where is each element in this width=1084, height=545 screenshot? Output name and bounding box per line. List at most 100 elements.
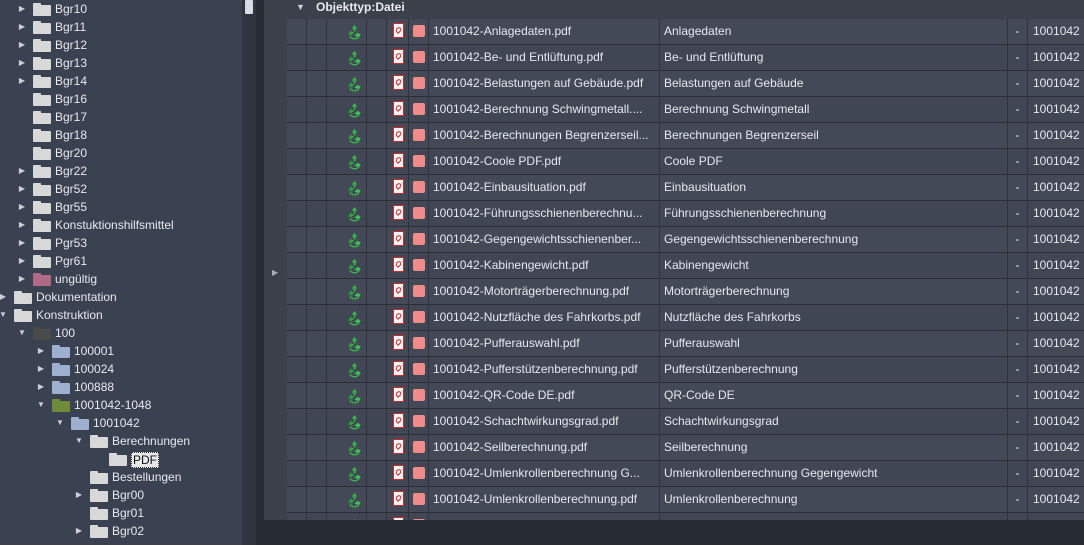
- filename-cell[interactable]: 1001042-Anlagedaten.pdf: [429, 19, 660, 44]
- table-row[interactable]: 1001042-Umlenkrollenberechnung.pdf Umlenk…: [287, 487, 1084, 513]
- table-row[interactable]: 1001042-Führungsschienenberechnu... Führu…: [287, 201, 1084, 227]
- filename-cell[interactable]: 1001042-Schachtwirkungsgrad.pdf: [429, 409, 660, 434]
- collapsed-arrow-icon[interactable]: ▶: [74, 486, 84, 504]
- table-row[interactable]: 1001042-Gegengewichtsschienenber... Gegen…: [287, 227, 1084, 253]
- tree-node[interactable]: ▶ 100888: [0, 378, 242, 396]
- collapsed-arrow-icon[interactable]: ▶: [0, 288, 8, 306]
- row-select-cell[interactable]: [287, 331, 307, 356]
- scrollbar-thumb[interactable]: [245, 0, 253, 14]
- filename-cell[interactable]: 1001042-Pufferauswahl.pdf: [429, 331, 660, 356]
- tree-node[interactable]: ▶ 100024: [0, 360, 242, 378]
- table-row[interactable]: 1001042-Be- und Entlüftung.pdf Be- und En…: [287, 45, 1084, 71]
- row-select-cell[interactable]: [287, 305, 307, 330]
- row-select-cell[interactable]: [287, 279, 307, 304]
- table-row[interactable]: 1001042-Nutzfläche des Fahrkorbs.pdf Nutz…: [287, 305, 1084, 331]
- table-row[interactable]: 1001042-Umlenkrollenberechnung G... Umlen…: [287, 461, 1084, 487]
- filename-cell[interactable]: 1001042-Einbausituation.pdf: [429, 175, 660, 200]
- row-select-cell[interactable]: [287, 123, 307, 148]
- collapsed-arrow-icon[interactable]: ▶: [17, 270, 27, 288]
- tree-node[interactable]: ▼ Berechnungen: [0, 432, 242, 450]
- collapsed-arrow-icon[interactable]: ▶: [17, 180, 27, 198]
- tree-node[interactable]: ▶ Pgr61: [0, 252, 242, 270]
- expanded-arrow-icon[interactable]: ▼: [36, 396, 46, 414]
- group-header[interactable]: ▼ Objekttyp:Datei: [264, 0, 1084, 18]
- collapsed-arrow-icon[interactable]: ▶: [17, 0, 27, 18]
- tree-node[interactable]: ▼ 1001042: [0, 414, 242, 432]
- table-row[interactable]: 1001042-Pufferauswahl.pdf Pufferauswahl -1…: [287, 331, 1084, 357]
- tree-node[interactable]: ▶ Pgr53: [0, 234, 242, 252]
- collapsed-arrow-icon[interactable]: ▶: [36, 378, 46, 396]
- tree-node[interactable]: Bgr01: [0, 504, 242, 522]
- tree-node[interactable]: Bestellungen: [0, 468, 242, 486]
- tree-node[interactable]: ▶ Bgr52: [0, 180, 242, 198]
- expanded-arrow-icon[interactable]: ▼: [74, 432, 84, 450]
- collapsed-arrow-icon[interactable]: ▶: [36, 360, 46, 378]
- tree-node[interactable]: ▶ Bgr55: [0, 198, 242, 216]
- collapsed-arrow-icon[interactable]: ▶: [17, 54, 27, 72]
- collapsed-arrow-icon[interactable]: ▶: [17, 234, 27, 252]
- tree-node[interactable]: ▶ Bgr22: [0, 162, 242, 180]
- expanded-arrow-icon[interactable]: ▼: [0, 306, 8, 324]
- filename-cell[interactable]: 1001042-Berechnung Schwingmetall....: [429, 97, 660, 122]
- filename-cell[interactable]: 1001042-Be- und Entlüftung.pdf: [429, 45, 660, 70]
- collapsed-arrow-icon[interactable]: ▶: [36, 342, 46, 360]
- tree-scrollbar[interactable]: [242, 0, 256, 545]
- expand-panel-icon[interactable]: ▶: [272, 268, 278, 277]
- tree-node[interactable]: ▶ Konstuktionshilfsmittel: [0, 216, 242, 234]
- tree-node[interactable]: ▼ 100: [0, 324, 242, 342]
- table-row[interactable]: 1001042-Berechnung Schwingmetall.... Bere…: [287, 97, 1084, 123]
- filename-cell[interactable]: 1001042-Seilberechnung.pdf: [429, 435, 660, 460]
- table-row[interactable]: 1001042-Kabinengewicht.pdf Kabinengewicht…: [287, 253, 1084, 279]
- collapsed-arrow-icon[interactable]: ▶: [74, 522, 84, 540]
- group-collapse-icon[interactable]: ▼: [296, 2, 305, 12]
- filename-cell[interactable]: 1001042-Kabinengewicht.pdf: [429, 253, 660, 278]
- panel-splitter[interactable]: [256, 0, 264, 545]
- row-select-cell[interactable]: [287, 45, 307, 70]
- filename-cell[interactable]: 1001042-Gegengewichtsschienenber...: [429, 227, 660, 252]
- collapsed-arrow-icon[interactable]: ▶: [17, 72, 27, 90]
- row-select-cell[interactable]: [287, 227, 307, 252]
- table-row[interactable]: 1001042-Seilberechnung.pdf Seilberechnung…: [287, 435, 1084, 461]
- tree-node[interactable]: Bgr20: [0, 144, 242, 162]
- filename-cell[interactable]: 1001042-Nutzfläche des Fahrkorbs.pdf: [429, 305, 660, 330]
- row-select-cell[interactable]: [287, 461, 307, 486]
- tree-node[interactable]: ▶ Dokumentation: [0, 288, 242, 306]
- row-select-cell[interactable]: [287, 435, 307, 460]
- expanded-arrow-icon[interactable]: ▼: [17, 324, 27, 342]
- table-row[interactable]: 1001042-Motorträgerberechnung.pdf Motortr…: [287, 279, 1084, 305]
- row-select-cell[interactable]: [287, 383, 307, 408]
- filename-cell[interactable]: 1001042-Berechnungen Begrenzerseil...: [429, 123, 660, 148]
- collapsed-arrow-icon[interactable]: ▶: [17, 36, 27, 54]
- row-select-cell[interactable]: [287, 201, 307, 226]
- table-row[interactable]: 1001042-Coole PDF.pdf Coole PDF -1001042: [287, 149, 1084, 175]
- row-select-cell[interactable]: [287, 253, 307, 278]
- row-select-cell[interactable]: [287, 71, 307, 96]
- tree-node[interactable]: ▼ Konstruktion: [0, 306, 242, 324]
- tree-node[interactable]: ▶ Bgr14: [0, 72, 242, 90]
- expanded-arrow-icon[interactable]: ▼: [55, 414, 65, 432]
- tree-node[interactable]: ▶ Bgr02: [0, 522, 242, 540]
- table-row[interactable]: 1001042-Schachtwirkungsgrad.pdf Schachtwi…: [287, 409, 1084, 435]
- table-row[interactable]: 1001042-Belastungen auf Gebäude.pdf Belas…: [287, 71, 1084, 97]
- tree-node[interactable]: Bgr17: [0, 108, 242, 126]
- collapsed-arrow-icon[interactable]: ▶: [17, 162, 27, 180]
- row-select-cell[interactable]: [287, 149, 307, 174]
- tree-node[interactable]: ▶ Bgr00: [0, 486, 242, 504]
- filename-cell[interactable]: 1001042-Führungsschienenberechnu...: [429, 201, 660, 226]
- table-row[interactable]: 1001042-Einbausituation.pdf Einbausituati…: [287, 175, 1084, 201]
- filename-cell[interactable]: 1001042-Umlenkrollenberechnung G...: [429, 461, 660, 486]
- row-select-cell[interactable]: [287, 409, 307, 434]
- collapsed-arrow-icon[interactable]: ▶: [17, 198, 27, 216]
- tree-node[interactable]: PDF: [0, 450, 242, 468]
- tree-node[interactable]: ▶ Bgr10: [0, 0, 242, 18]
- tree-node[interactable]: ▶ Bgr11: [0, 18, 242, 36]
- tree-node[interactable]: ▼ 1001042-1048: [0, 396, 242, 414]
- tree-node[interactable]: ▶ Bgr12: [0, 36, 242, 54]
- filename-cell[interactable]: 1001042-Belastungen auf Gebäude.pdf: [429, 71, 660, 96]
- collapsed-arrow-icon[interactable]: ▶: [17, 216, 27, 234]
- tree-node[interactable]: ▶ 100001: [0, 342, 242, 360]
- collapsed-arrow-icon[interactable]: ▶: [17, 252, 27, 270]
- table-row[interactable]: 1001042-Pufferstützenberechnung.pdf Puffe…: [287, 357, 1084, 383]
- tree-node[interactable]: Bgr16: [0, 90, 242, 108]
- tree-node[interactable]: Bgr18: [0, 126, 242, 144]
